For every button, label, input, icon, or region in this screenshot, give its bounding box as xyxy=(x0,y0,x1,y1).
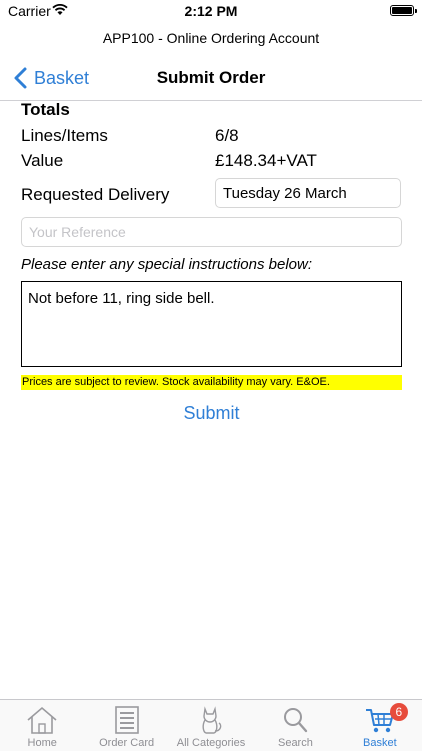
basket-count-badge: 6 xyxy=(389,703,408,721)
instructions-label: Please enter any special instructions be… xyxy=(21,256,312,273)
lines-items-value: 6/8 xyxy=(215,126,239,145)
tab-home[interactable]: Home xyxy=(0,700,84,751)
tab-home-label: Home xyxy=(27,737,57,749)
instructions-textarea[interactable]: Not before 11, ring side bell. xyxy=(21,281,402,367)
tab-search-label: Search xyxy=(277,737,313,749)
order-card-icon xyxy=(114,706,139,734)
tab-order-card-label: Order Card xyxy=(99,737,155,749)
tab-bar: Home Order Card All Categories Search 6 … xyxy=(0,699,422,751)
totals-heading: Totals xyxy=(21,100,70,119)
search-icon xyxy=(284,708,308,733)
nav-bar: Basket Submit Order xyxy=(0,58,422,101)
lines-items-label: Lines/Items xyxy=(21,126,108,145)
reference-input[interactable] xyxy=(21,217,402,247)
tab-basket[interactable]: 6 Basket xyxy=(338,700,422,751)
requested-delivery-label: Requested Delivery xyxy=(21,185,170,204)
battery-icon xyxy=(390,5,417,16)
tab-search[interactable]: Search xyxy=(253,700,337,751)
app-title: APP100 - Online Ordering Account xyxy=(102,30,320,46)
tab-all-categories-label: All Categories xyxy=(176,737,246,749)
tab-order-card[interactable]: Order Card xyxy=(84,700,168,751)
cat-icon xyxy=(202,706,222,734)
delivery-date-field[interactable]: Tuesday 26 March xyxy=(215,178,401,208)
value-amount: £148.34+VAT xyxy=(215,151,317,170)
page-title: Submit Order xyxy=(156,68,266,87)
value-label: Value xyxy=(21,151,64,170)
tab-basket-label: Basket xyxy=(363,737,397,749)
house-icon xyxy=(27,706,57,734)
status-time: 2:12 PM xyxy=(184,3,238,19)
tab-all-categories[interactable]: All Categories xyxy=(169,700,253,751)
disclaimer-banner: Prices are subject to review. Stock avai… xyxy=(21,375,402,390)
submit-button[interactable]: Submit xyxy=(21,403,402,424)
status-bar: Carrier 2:12 PM xyxy=(0,0,422,22)
